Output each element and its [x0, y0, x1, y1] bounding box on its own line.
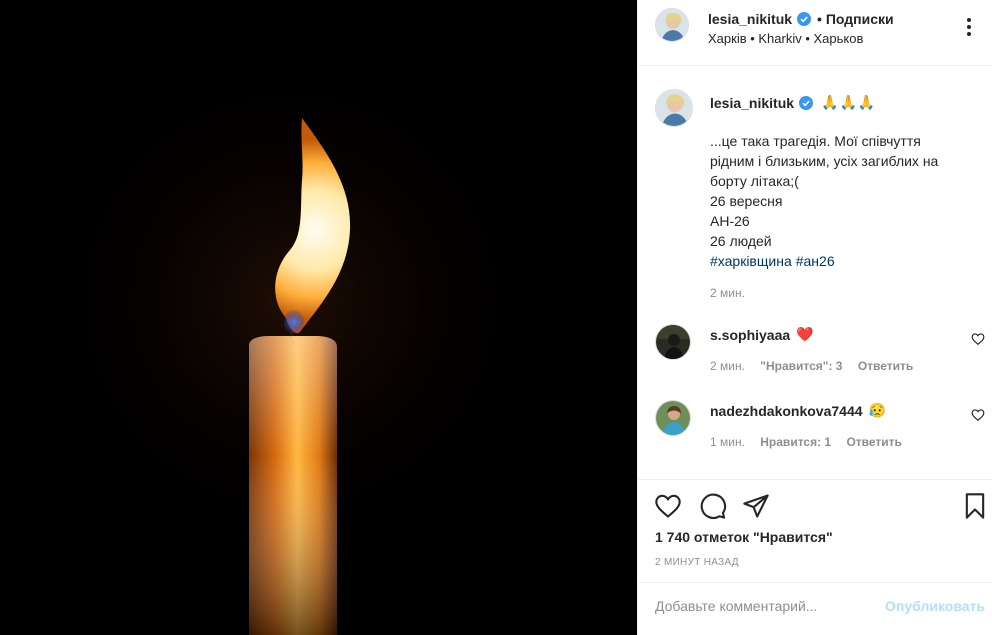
commenter-username[interactable]: nadezhdakonkova7444 [710, 403, 863, 419]
comment-likes[interactable]: "Нравится": 3 [760, 359, 842, 373]
caption-avatar[interactable] [655, 89, 693, 127]
hashtag-line: #харківщина #ан26 [710, 251, 980, 271]
comment-emoji: 😥 [868, 402, 886, 418]
caption-line: борту літака;( [710, 173, 799, 189]
more-options-icon[interactable] [959, 17, 979, 37]
comment-heart-icon[interactable] [971, 332, 985, 346]
post-image [0, 0, 637, 635]
likes-count[interactable]: 1 740 отметок "Нравится" [655, 529, 833, 545]
caption-line: 26 вересня [710, 193, 783, 209]
author-username[interactable]: lesia_nikituk [708, 11, 792, 27]
comment-reply-button[interactable]: Ответить [858, 359, 913, 373]
caption-line: 26 людей [710, 233, 772, 249]
post-timestamp: 2 минут назад [655, 557, 739, 568]
hashtag-link[interactable]: #харківщина [710, 253, 792, 269]
comment-meta: 1 мин. Нравится: 1 Ответить [710, 435, 914, 449]
add-comment-form: Опубликовать [638, 582, 992, 635]
comment-emoji: ❤️ [796, 326, 814, 342]
caption-timestamp: 2 мин. [710, 286, 745, 300]
caption-line: рідним і близьким, усіх загиблих на [710, 153, 939, 169]
comment-input[interactable] [655, 598, 865, 614]
comment-body: nadezhdakonkova7444 😥 [710, 402, 886, 419]
caption-header: lesia_nikituk 🙏🙏🙏 [710, 94, 876, 111]
comment-likes[interactable]: Нравится: 1 [760, 435, 831, 449]
post-sidebar: lesia_nikituk • Подписки Харків • Kharki… [637, 0, 992, 635]
heart-icon[interactable] [654, 492, 682, 520]
caption-text: ...це така трагедія. Мої співчуття рідни… [710, 131, 980, 271]
author-avatar[interactable] [655, 8, 689, 42]
comment-time: 2 мин. [710, 359, 745, 373]
commenter-username[interactable]: s.sophiyaaa [710, 327, 790, 343]
caption-emoji: 🙏🙏🙏 [821, 94, 877, 110]
comment-icon[interactable] [699, 492, 727, 520]
verified-badge-icon [799, 95, 814, 110]
commenter-avatar[interactable] [655, 400, 691, 436]
comment-meta: 2 мин. "Нравится": 3 Ответить [710, 359, 925, 373]
caption-line: ...це така трагедія. Мої співчуття [710, 133, 921, 149]
caption-line: АН-26 [710, 213, 750, 229]
bookmark-icon[interactable] [961, 492, 989, 520]
post-header: lesia_nikituk • Подписки Харків • Kharki… [638, 0, 992, 66]
comment-time: 1 мин. [710, 435, 745, 449]
caption-username[interactable]: lesia_nikituk [710, 95, 794, 111]
hashtag-link[interactable]: #ан26 [796, 253, 835, 269]
comment-heart-icon[interactable] [971, 408, 985, 422]
following-button[interactable]: • Подписки [817, 11, 894, 27]
candle-image [0, 0, 637, 635]
commenter-avatar[interactable] [655, 324, 691, 360]
location-link[interactable]: Харків • Kharkiv • Харьков [708, 31, 863, 46]
author-line: lesia_nikituk • Подписки [708, 11, 894, 27]
verified-badge-icon [797, 12, 812, 26]
publish-button[interactable]: Опубликовать [885, 598, 985, 614]
comment-reply-button[interactable]: Ответить [846, 435, 901, 449]
comment-body: s.sophiyaaa ❤️ [710, 326, 814, 343]
send-icon[interactable] [742, 492, 770, 520]
